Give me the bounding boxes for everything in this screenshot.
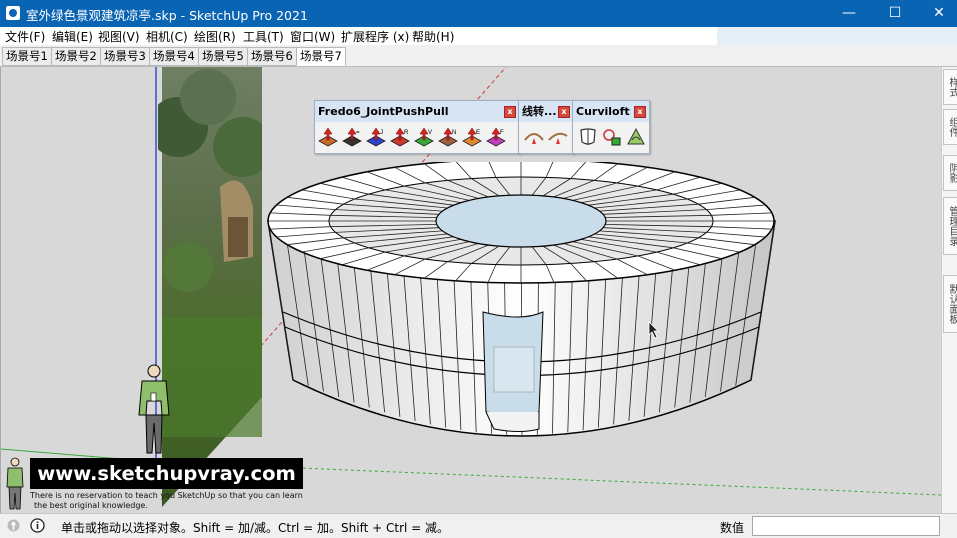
panel-tab-styles[interactable]: 样式 <box>943 69 957 105</box>
loft-by-spline-icon[interactable] <box>577 126 599 148</box>
menu-draw[interactable]: 绘图(R) <box>194 28 236 45</box>
info-icon[interactable] <box>30 518 45 533</box>
face-pushpull-icon[interactable]: F <box>485 126 507 148</box>
extrude-by-vector-icon[interactable]: R <box>389 126 411 148</box>
status-bar: 单击或拖动以选择对象。Shift = 加/减。Ctrl = 加。Shift + … <box>0 513 957 538</box>
icon-label: N <box>452 130 456 136</box>
icon-label: E <box>476 130 480 136</box>
icon-label: F <box>500 130 504 136</box>
toolbar-title: Fredo6_JointPushPull <box>318 105 449 118</box>
tab-scene-1[interactable]: 场景号1 <box>2 47 52 66</box>
small-person-figure <box>6 457 24 510</box>
panel-tab-default-tray[interactable]: 默认面板 <box>943 275 957 333</box>
menu-bar: 文件(F) 编辑(E) 视图(V) 相机(C) 绘图(R) 工具(T) 窗口(W… <box>0 27 957 45</box>
close-toolbar-button[interactable]: x <box>504 106 516 118</box>
menu-file[interactable]: 文件(F) <box>5 28 45 45</box>
panel-tab-shadows[interactable]: 阴影 <box>943 155 957 191</box>
watermark-line-1: There is no reservation to teach you Ske… <box>30 491 303 500</box>
watermark-line-2: the best original knowledge. <box>34 501 148 510</box>
overlay-ghost-area <box>717 27 957 45</box>
tab-scene-7[interactable]: 场景号7 <box>296 47 346 66</box>
vector-pushpull-icon[interactable]: = <box>341 126 363 148</box>
minimize-button[interactable]: — <box>826 0 872 27</box>
menu-tools[interactable]: 工具(T) <box>243 28 284 45</box>
icon-label: V <box>428 130 432 136</box>
joint-pushpull-icon[interactable] <box>317 126 339 148</box>
icon-label: R <box>404 130 409 136</box>
icon-label: = <box>356 130 360 136</box>
curve-to-arc-icon[interactable] <box>523 126 545 148</box>
default-tray-sidebar: 样式 组件 阴影 管理目录 默认面板 <box>941 67 957 513</box>
title-bar: 室外绿色景观建筑凉亭.skp - SketchUp Pro 2021 — ☐ ✕ <box>0 0 957 27</box>
menu-edit[interactable]: 编辑(E) <box>52 28 93 45</box>
measurements-input[interactable] <box>752 516 940 536</box>
panel-tab-components[interactable]: 组件 <box>943 109 957 145</box>
line-convert-toolbar[interactable]: 线转... x <box>518 100 574 154</box>
loft-along-path-icon[interactable] <box>625 126 647 148</box>
maximize-button[interactable]: ☐ <box>872 0 918 27</box>
close-button[interactable]: ✕ <box>916 0 957 27</box>
skin-contours-icon[interactable] <box>601 126 623 148</box>
watermark-caption: There is no reservation to teach you Ske… <box>30 491 320 511</box>
tab-scene-3[interactable]: 场景号3 <box>100 47 150 66</box>
fredo6-jointpushpull-toolbar[interactable]: Fredo6_JointPushPull x = J R V N E F <box>314 100 520 154</box>
menu-camera[interactable]: 相机(C) <box>146 28 188 45</box>
tab-scene-4[interactable]: 场景号4 <box>149 47 199 66</box>
mouse-cursor-icon <box>648 321 659 339</box>
menu-extensions[interactable]: 扩展程序 (x) <box>341 28 409 45</box>
line-to-curve-icon[interactable] <box>547 126 569 148</box>
close-toolbar-button[interactable]: x <box>634 106 646 118</box>
window-title: 室外绿色景观建筑凉亭.skp - SketchUp Pro 2021 <box>26 8 308 23</box>
watermark-url: www.sketchupvray.com <box>30 458 303 489</box>
person-scale-figure[interactable] <box>133 363 177 459</box>
menu-view[interactable]: 视图(V) <box>98 28 140 45</box>
normal-pushpull-icon[interactable]: J <box>365 126 387 148</box>
menu-help[interactable]: 帮助(H) <box>412 28 454 45</box>
icon-label: J <box>380 130 383 136</box>
tab-scene-5[interactable]: 场景号5 <box>198 47 248 66</box>
tab-scene-2[interactable]: 场景号2 <box>51 47 101 66</box>
scene-tab-bar: 场景号1 场景号2 场景号3 场景号4 场景号5 场景号6 场景号7 <box>0 45 957 67</box>
status-hint: 单击或拖动以选择对象。Shift = 加/减。Ctrl = 加。Shift + … <box>61 521 450 535</box>
toolbar-title: Curviloft <box>576 105 630 118</box>
follow-pushpull-icon[interactable]: V <box>413 126 435 148</box>
tab-scene-6[interactable]: 场景号6 <box>247 47 297 66</box>
thicken-icon[interactable]: N <box>437 126 459 148</box>
geo-location-icon[interactable] <box>6 518 21 533</box>
menu-window[interactable]: 窗口(W) <box>290 28 335 45</box>
sketchup-app-icon[interactable] <box>6 6 20 20</box>
curviloft-toolbar[interactable]: Curviloft x <box>572 100 650 154</box>
extrude-edges-icon[interactable]: E <box>461 126 483 148</box>
pavilion-model[interactable] <box>261 162 781 452</box>
measurements-label: 数值 <box>720 521 745 535</box>
close-toolbar-button[interactable]: x <box>558 106 570 118</box>
toolbar-title: 线转... <box>522 105 557 118</box>
panel-tab-manage-trays[interactable]: 管理目录 <box>943 197 957 255</box>
